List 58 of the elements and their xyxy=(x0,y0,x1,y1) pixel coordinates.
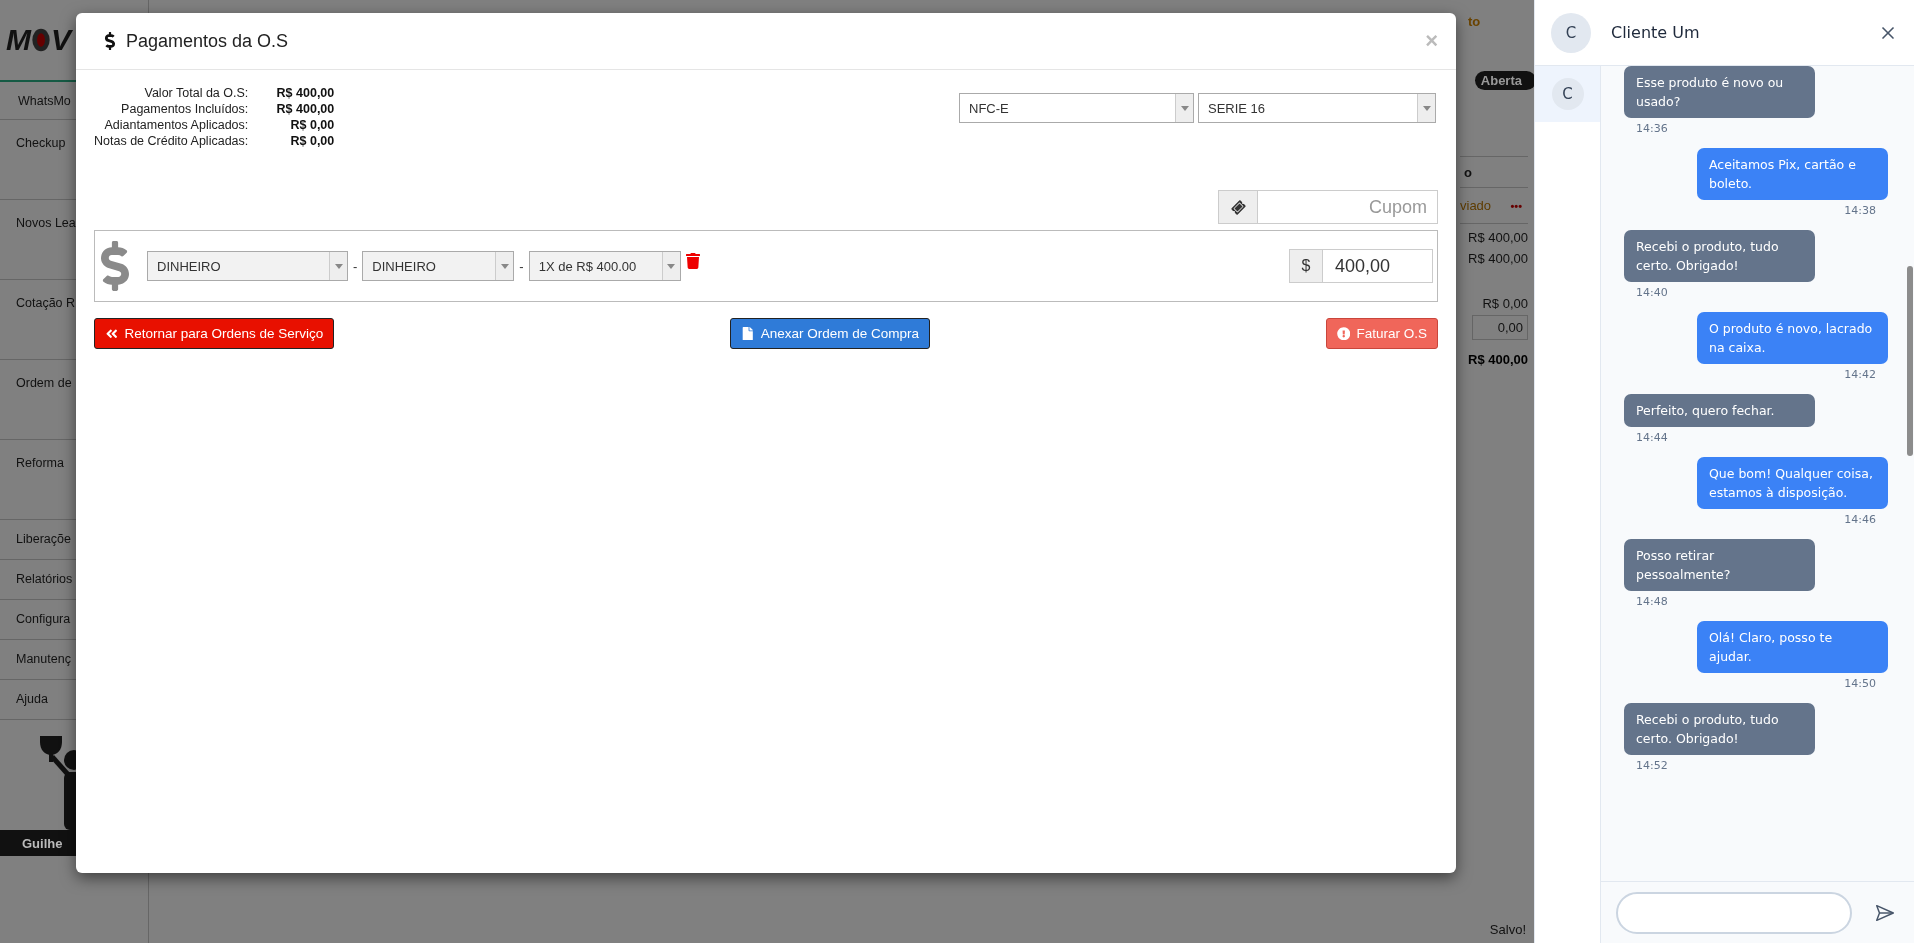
separator-text: - xyxy=(353,258,358,274)
message-field[interactable] xyxy=(1616,891,1852,934)
status-badge: Aberta xyxy=(1474,71,1534,90)
amount-text: R$ 400,00 xyxy=(1468,251,1528,266)
amount-text: R$ 400,00 xyxy=(1468,230,1528,245)
contact-avatar: C xyxy=(1551,78,1584,110)
attach-button[interactable]: Anexar Ordem de Compra xyxy=(730,318,931,349)
column-header: o xyxy=(1460,156,1528,188)
received-message: Recebi o produto, tudo certo. Obrigado! xyxy=(1624,703,1815,755)
amount-field[interactable]: 400,00 xyxy=(1323,249,1433,283)
received-message: Perfeito, quero fechar. xyxy=(1624,394,1815,427)
contact-avatar: C xyxy=(1551,12,1591,53)
message-time: 14:36 xyxy=(1635,122,1668,135)
document-icon xyxy=(741,326,755,341)
coupon-field[interactable]: Cupom xyxy=(1258,190,1438,224)
dollar-icon xyxy=(104,32,116,50)
currency-label: $ xyxy=(1289,249,1323,283)
conversation-item[interactable]: C xyxy=(1535,66,1600,122)
message-time: 14:52 xyxy=(1635,759,1668,772)
received-message: Recebi o produto, tudo certo. Obrigado! xyxy=(1624,230,1815,282)
invoice-button[interactable]: Faturar O.S xyxy=(1325,318,1438,349)
amount-text: R$ 0,00 xyxy=(1482,296,1528,311)
separator-text: - xyxy=(519,258,524,274)
summary-value: R$ 400,00 xyxy=(275,102,335,116)
sent-message: O produto é novo, lacrado na caixa. xyxy=(1697,312,1888,364)
message-time: 14:48 xyxy=(1635,595,1668,608)
message-time: 14:44 xyxy=(1635,431,1668,444)
more-menu[interactable]: ••• xyxy=(1510,199,1528,212)
sent-message: Olá! Claro, posso te ajudar. xyxy=(1697,621,1888,673)
ticket-icon xyxy=(1228,197,1248,217)
contact-name: Cliente Um xyxy=(1611,23,1701,42)
status-text: viado xyxy=(1460,198,1492,213)
delete-icon[interactable] xyxy=(685,253,700,269)
total-amount: R$ 400,00 xyxy=(1468,352,1528,367)
message-time: 14:46 xyxy=(1844,513,1877,526)
summary-value: R$ 0,00 xyxy=(289,118,335,132)
installments-select[interactable]: 1X de R$ 400.00 xyxy=(528,251,681,281)
save-status: Salvo! xyxy=(1489,922,1526,937)
message-time: 14:50 xyxy=(1844,677,1877,690)
value-field[interactable]: 0,00 xyxy=(1472,315,1528,340)
payment-method-select[interactable]: DINHEIRO xyxy=(147,251,348,281)
back-button[interactable]: Retornar para Ordens de Serviço xyxy=(94,318,335,349)
status-text: to xyxy=(1467,14,1482,29)
summary-value: R$ 0,00 xyxy=(289,134,335,148)
tire-icon xyxy=(31,26,51,54)
payment-submethod-select[interactable]: DINHEIRO xyxy=(362,251,515,281)
series-select[interactable]: SERIE 16 xyxy=(1198,93,1436,123)
message-time: 14:42 xyxy=(1844,368,1877,381)
sent-message: Que bom! Qualquer coisa, estamos à disposição. xyxy=(1697,457,1888,509)
received-message: Posso retirar pessoalmente? xyxy=(1624,539,1815,591)
dollar-icon xyxy=(101,241,129,291)
message-time: 14:38 xyxy=(1844,204,1877,217)
dialog-title: Pagamentos da O.S xyxy=(126,30,290,52)
sent-message: Aceitamos Pix, cartão e boleto. xyxy=(1697,148,1888,200)
summary-value: R$ 400,00 xyxy=(275,86,335,100)
message-time: 14:40 xyxy=(1635,286,1668,299)
received-message: Esse produto é novo ou usado? xyxy=(1624,66,1815,118)
document-type-select[interactable]: NFC-E xyxy=(959,93,1194,123)
